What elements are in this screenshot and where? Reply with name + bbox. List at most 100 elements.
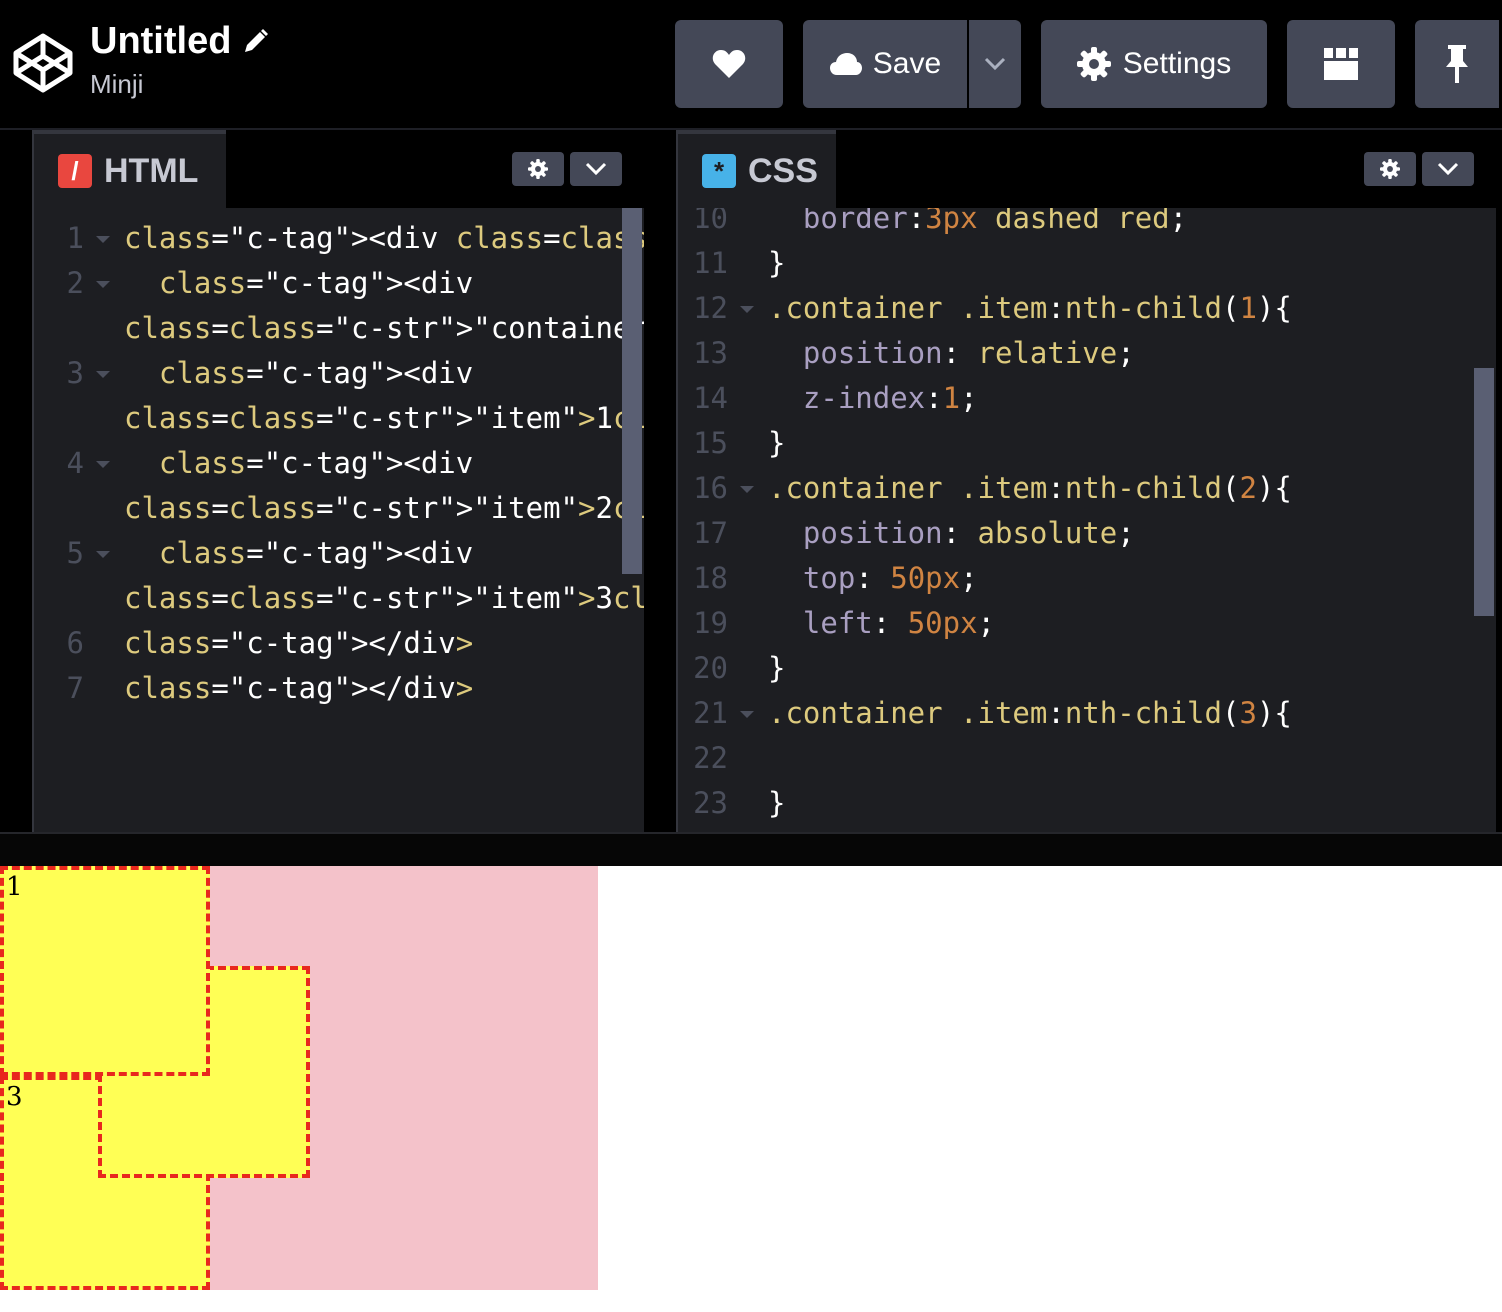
html-line-number: 4 bbox=[34, 441, 124, 486]
html-line-number bbox=[34, 306, 124, 351]
css-line-number-text: 13 bbox=[693, 336, 728, 370]
css-code-text: position: relative; bbox=[802, 336, 1135, 370]
css-line-number-text: 10 bbox=[693, 208, 728, 235]
html-editor-panel: / HTML 1 class="c-tag"><div class=class … bbox=[32, 130, 644, 834]
html-code-text: class="c-tag"><div class=class="c-str">"… bbox=[124, 221, 644, 255]
change-view-button[interactable] bbox=[1287, 20, 1395, 108]
css-code-text: .container .item:nth-child(2){ bbox=[768, 471, 1292, 505]
html-line-number-text: 2 bbox=[66, 266, 84, 300]
gear-icon bbox=[1380, 159, 1400, 179]
html-tab-bar: / HTML bbox=[34, 130, 644, 208]
css-code-text: } bbox=[768, 246, 786, 280]
css-line-number-text: 22 bbox=[693, 741, 728, 775]
settings-label: Settings bbox=[1122, 47, 1232, 80]
css-settings-button[interactable] bbox=[1364, 152, 1416, 186]
html-code-text: class=class="c-str">"item">1class="c-tag… bbox=[124, 401, 644, 435]
html-line-number: 2 bbox=[34, 261, 124, 306]
html-line-number-text: 5 bbox=[66, 536, 84, 570]
fold-arrow-icon[interactable] bbox=[96, 461, 110, 468]
html-line-number-text: 3 bbox=[66, 356, 84, 390]
html-line-number-text: 4 bbox=[66, 446, 84, 480]
css-line-number: 21 bbox=[678, 691, 768, 736]
css-code-text: .container .item:nth-child(1){ bbox=[768, 291, 1292, 325]
pen-title[interactable]: Untitled bbox=[90, 20, 231, 63]
editor-area: / HTML 1 class="c-tag"><div class=class … bbox=[0, 128, 1502, 834]
css-line-number: 12 bbox=[678, 286, 768, 331]
gear-icon bbox=[528, 159, 548, 179]
css-line-number: 22 bbox=[678, 736, 768, 781]
css-line-number-text: 14 bbox=[693, 381, 728, 415]
heart-icon bbox=[712, 50, 746, 78]
css-line-number-text: 19 bbox=[693, 606, 728, 640]
html-tab-label: HTML bbox=[104, 151, 199, 190]
css-line-number-text: 21 bbox=[693, 696, 728, 730]
html-line-number-text: 1 bbox=[66, 221, 84, 255]
pencil-icon[interactable] bbox=[241, 28, 269, 56]
settings-button[interactable]: Settings bbox=[1041, 20, 1267, 108]
css-line-number-text: 16 bbox=[693, 471, 728, 505]
css-line-number: 19 bbox=[678, 601, 768, 646]
like-button[interactable] bbox=[675, 20, 783, 108]
fold-arrow-icon[interactable] bbox=[96, 236, 110, 243]
fold-arrow-icon[interactable] bbox=[740, 486, 754, 493]
html-code-text: class="c-tag"><div bbox=[158, 266, 474, 300]
css-code-text: } bbox=[768, 426, 786, 460]
html-code-text: class="c-tag"><div bbox=[158, 446, 474, 480]
css-code-text: position: absolute; bbox=[802, 516, 1135, 550]
html-code-text: class="c-tag"></div> bbox=[124, 671, 474, 705]
css-line-number: 16 bbox=[678, 466, 768, 511]
preview-item-1: 1 bbox=[0, 866, 210, 1076]
html-line-number bbox=[34, 396, 124, 441]
result-preview: 1 2 3 bbox=[0, 866, 1502, 1312]
css-editor-panel: * CSS 10 border:3px dashed red; 11} 12 … bbox=[676, 130, 1496, 834]
fold-arrow-icon[interactable] bbox=[96, 551, 110, 558]
css-line-number-text: 12 bbox=[693, 291, 728, 325]
pen-title-area: Untitled Minji bbox=[90, 20, 269, 100]
tab-html[interactable]: / HTML bbox=[34, 130, 226, 208]
css-line-number: 14 bbox=[678, 376, 768, 421]
html-line-number: 6 bbox=[34, 621, 124, 666]
css-line-number: 23 bbox=[678, 781, 768, 826]
html-code-text: class=class="c-str">"item">3class="c-tag… bbox=[124, 581, 644, 615]
html-code-text: class="c-tag"><div bbox=[158, 536, 474, 570]
save-button[interactable]: Save bbox=[803, 20, 967, 108]
html-line-number bbox=[34, 576, 124, 621]
css-line-number-text: 17 bbox=[693, 516, 728, 550]
fold-arrow-icon[interactable] bbox=[740, 711, 754, 718]
pin-button[interactable] bbox=[1415, 20, 1499, 108]
css-line-number: 15 bbox=[678, 421, 768, 466]
html-line-number bbox=[34, 486, 124, 531]
preview-wrap: 1 2 3 bbox=[0, 866, 598, 1290]
html-collapse-button[interactable] bbox=[570, 152, 622, 186]
html-line-number: 3 bbox=[34, 351, 124, 396]
html-settings-button[interactable] bbox=[512, 152, 564, 186]
css-code-text: top: 50px; bbox=[802, 561, 978, 595]
css-code-text: } bbox=[768, 651, 786, 685]
save-dropdown-button[interactable] bbox=[969, 20, 1021, 108]
html-scrollbar[interactable] bbox=[622, 208, 642, 574]
html-code-text: class=class="c-str">"item">2class="c-tag… bbox=[124, 491, 644, 525]
preview-resizer[interactable] bbox=[0, 832, 1502, 866]
html-line-number: 7 bbox=[34, 666, 124, 711]
codepen-logo-icon[interactable] bbox=[12, 32, 74, 94]
fold-arrow-icon[interactable] bbox=[740, 306, 754, 313]
css-scrollbar[interactable] bbox=[1474, 368, 1494, 616]
css-line-number: 10 bbox=[678, 208, 768, 241]
html-line-number-text: 6 bbox=[66, 626, 84, 660]
html-code-editor[interactable]: 1 class="c-tag"><div class=class="c-str">… bbox=[34, 208, 644, 834]
tab-css[interactable]: * CSS bbox=[678, 130, 836, 208]
css-collapse-button[interactable] bbox=[1422, 152, 1474, 186]
chevron-down-icon bbox=[585, 162, 607, 176]
save-label: Save bbox=[872, 47, 942, 80]
css-code-editor[interactable]: 10 border:3px dashed red; 11} 12 .container… bbox=[678, 208, 1496, 834]
css-code-text: border:3px dashed red; bbox=[802, 208, 1188, 235]
html-line-number: 5 bbox=[34, 531, 124, 576]
pen-author[interactable]: Minji bbox=[90, 69, 269, 100]
fold-arrow-icon[interactable] bbox=[96, 281, 110, 288]
html-slash-icon: / bbox=[58, 154, 92, 188]
html-line-number-text: 7 bbox=[66, 671, 84, 705]
gear-icon bbox=[1076, 47, 1111, 81]
css-line-number: 18 bbox=[678, 556, 768, 601]
layout-grid-icon bbox=[1324, 48, 1358, 80]
fold-arrow-icon[interactable] bbox=[96, 371, 110, 378]
